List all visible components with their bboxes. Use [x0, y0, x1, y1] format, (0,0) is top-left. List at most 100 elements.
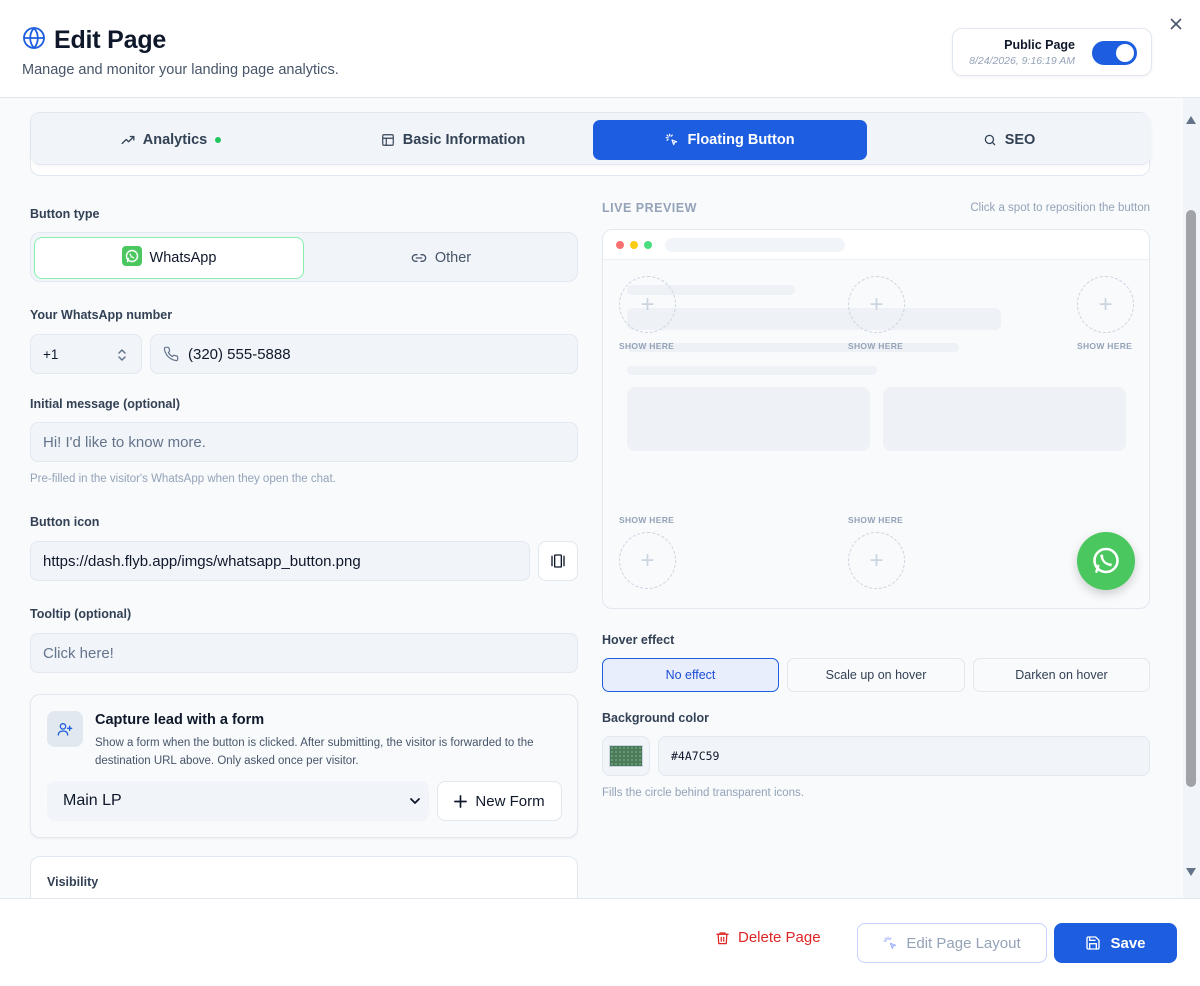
visibility-label: Visibility — [47, 875, 99, 889]
public-page-toggle[interactable] — [1092, 41, 1137, 65]
search-icon — [984, 134, 995, 146]
lead-capture-card: Capture lead with a form Show a form whe… — [30, 694, 578, 838]
hex-color-value: #4A7C59 — [671, 749, 720, 763]
skeleton-card — [883, 387, 1126, 451]
button-type-label: Button type — [30, 207, 100, 221]
whatsapp-icon — [1093, 547, 1119, 574]
hex-color-input[interactable]: #4A7C59 — [658, 736, 1150, 776]
phone-icon — [163, 346, 179, 362]
scroll-down-arrow[interactable] — [1186, 868, 1196, 876]
button-icon-url-value: https://dash.flyb.app/imgs/whatsapp_butt… — [43, 552, 361, 570]
hover-option-no-effect[interactable]: No effect — [602, 658, 779, 692]
spot-label: SHOW HERE — [619, 515, 675, 525]
user-plus-icon — [47, 711, 83, 747]
tab-label: SEO — [1004, 132, 1036, 148]
position-spot-top-right[interactable]: + — [1077, 276, 1134, 333]
layout-icon — [381, 134, 394, 146]
tab-analytics[interactable]: Analytics — [31, 120, 311, 160]
color-swatch — [609, 745, 643, 767]
skeleton-line — [627, 343, 959, 352]
live-preview-browser: + SHOW HERE + SHOW HERE + SHOW HERE SHOW… — [602, 229, 1150, 609]
position-spot-bottom-center[interactable]: + — [848, 532, 905, 589]
button-icon-url-input[interactable]: https://dash.flyb.app/imgs/whatsapp_butt… — [30, 541, 530, 581]
title-row: Edit Page — [22, 26, 166, 55]
save-icon — [1086, 936, 1101, 950]
spot-label: SHOW HERE — [619, 341, 675, 351]
save-button[interactable]: Save — [1054, 923, 1177, 963]
browser-dot-red — [616, 241, 624, 249]
trend-up-icon — [121, 135, 135, 145]
spot-label: SHOW HERE — [848, 515, 904, 525]
hover-effect-options: No effect Scale up on hover Darken on ho… — [602, 658, 1150, 692]
chevron-down-icon — [410, 798, 420, 804]
country-code-select[interactable]: +1 — [30, 334, 142, 374]
whatsapp-number-label: Your WhatsApp number — [30, 308, 173, 322]
tooltip-placeholder: Click here! — [43, 644, 114, 662]
public-page-timestamp: 8/24/2026, 9:16:19 AM — [969, 55, 1075, 67]
modal-header: Edit Page Manage and monitor your landin… — [0, 0, 1200, 98]
background-color-label: Background color — [602, 711, 709, 725]
new-form-button[interactable]: New Form — [437, 781, 562, 821]
modal-footer: Delete Page Edit Page Layout Save — [0, 898, 1200, 986]
scrollbar[interactable] — [1183, 98, 1200, 898]
position-spot-top-left[interactable]: + — [619, 276, 676, 333]
tab-label: Floating Button — [687, 132, 795, 148]
browser-url-bar — [665, 238, 845, 252]
position-spot-bottom-left[interactable]: + — [619, 532, 676, 589]
button-type-other[interactable]: Other — [306, 237, 576, 279]
scroll-up-arrow[interactable] — [1186, 116, 1196, 124]
tab-bar: Analytics Basic Information Floating But… — [31, 113, 1151, 165]
delete-page-button[interactable]: Delete Page — [715, 929, 821, 946]
gallery-icon — [551, 554, 565, 568]
edit-page-layout-button[interactable]: Edit Page Layout — [857, 923, 1047, 963]
tooltip-input[interactable]: Click here! — [30, 633, 578, 673]
lead-capture-title: Capture lead with a form — [95, 712, 265, 728]
close-icon[interactable] — [1168, 16, 1184, 32]
browser-bar — [603, 230, 1149, 260]
skeleton-line — [627, 366, 877, 375]
live-preview-hint: Click a spot to reposition the button — [970, 202, 1150, 214]
button-type-whatsapp[interactable]: WhatsApp — [34, 237, 304, 279]
updown-chevron-icon — [118, 349, 126, 361]
status-dot — [215, 137, 222, 143]
whatsapp-icon — [121, 246, 142, 270]
edit-page-layout-label: Edit Page Layout — [906, 934, 1021, 952]
form-select-value: Main LP — [63, 792, 122, 809]
phone-field[interactable]: (320) 555-5888 — [150, 334, 578, 374]
skeleton-card — [627, 387, 870, 451]
hover-option-darken[interactable]: Darken on hover — [973, 658, 1150, 692]
toggle-knob — [1116, 44, 1134, 62]
position-spot-top-center[interactable]: + — [848, 276, 905, 333]
country-code-value: +1 — [43, 346, 59, 362]
sparkle-click-icon — [666, 133, 678, 146]
tab-floating-button[interactable]: Floating Button — [593, 120, 867, 160]
form-select[interactable]: Main LP — [47, 781, 429, 821]
tab-seo[interactable]: SEO — [869, 120, 1149, 160]
spot-label: SHOW HERE — [848, 341, 904, 351]
tab-label: Analytics — [142, 132, 208, 148]
public-page-label: Public Page — [1004, 38, 1075, 52]
save-label: Save — [1110, 934, 1146, 952]
hover-effect-label: Hover effect — [602, 633, 675, 647]
trash-icon — [716, 931, 729, 944]
hover-option-scale-up[interactable]: Scale up on hover — [787, 658, 965, 692]
button-type-label-other: Other — [434, 250, 472, 266]
public-page-card: Public Page 8/24/2026, 9:16:19 AM — [952, 28, 1152, 76]
tooltip-label: Tooltip (optional) — [30, 607, 132, 621]
tab-basic-information[interactable]: Basic Information — [313, 120, 593, 160]
button-type-selector: WhatsApp Other — [30, 232, 578, 282]
phone-value: (320) 555-5888 — [188, 345, 291, 363]
globe-icon — [22, 26, 46, 55]
initial-message-hint: Pre-filled in the visitor's WhatsApp whe… — [30, 473, 336, 485]
whatsapp-floating-button-preview[interactable] — [1077, 532, 1135, 590]
tab-label: Basic Information — [402, 132, 526, 148]
scroll-thumb[interactable] — [1186, 210, 1196, 787]
magic-wand-icon — [883, 936, 897, 949]
browser-dot-green — [644, 241, 652, 249]
page-title: Edit Page — [54, 26, 167, 54]
button-icon-label: Button icon — [30, 515, 100, 529]
media-library-button[interactable] — [538, 541, 578, 581]
color-picker-button[interactable] — [602, 736, 650, 776]
initial-message-input[interactable]: Hi! I'd like to know more. — [30, 422, 578, 462]
browser-dot-yellow — [630, 241, 638, 249]
